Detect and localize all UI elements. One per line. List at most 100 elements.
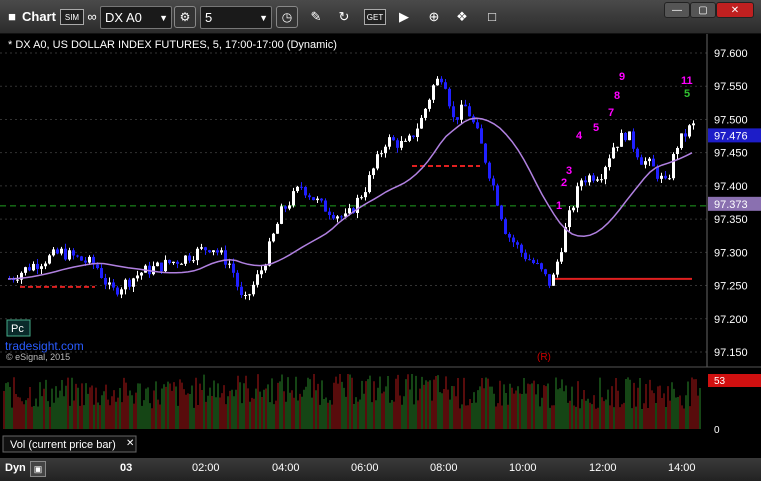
candle-body bbox=[340, 216, 343, 218]
toolbar: ■ Chart SIM ∞ DX A0 ▼ ⚙ 5 ▼ ◷ ✎ ↻ GET ▶ … bbox=[0, 0, 761, 34]
dyn-label: Dyn bbox=[5, 462, 26, 474]
candle-body bbox=[404, 140, 407, 142]
candle-body bbox=[300, 186, 303, 188]
candle-body bbox=[620, 132, 623, 147]
candle-body bbox=[132, 278, 135, 287]
symbol-field[interactable]: DX A0 ▼ bbox=[100, 6, 172, 29]
candle-body bbox=[428, 99, 431, 109]
interval-field[interactable]: 5 ▼ bbox=[200, 6, 272, 29]
chart-icon[interactable]: ■ bbox=[4, 6, 20, 27]
candle-body bbox=[52, 249, 55, 256]
candle-body bbox=[684, 133, 687, 137]
candle-body bbox=[484, 143, 487, 163]
candle-body bbox=[448, 88, 451, 107]
candle-body bbox=[596, 179, 599, 181]
watermark-url[interactable]: tradesight.com bbox=[5, 339, 84, 353]
time-label: 14:00 bbox=[668, 462, 696, 474]
candle-body bbox=[104, 277, 107, 285]
candle-body bbox=[512, 237, 515, 243]
clock-icon[interactable]: ◷ bbox=[276, 6, 298, 28]
candle-body bbox=[364, 192, 367, 198]
candle-body bbox=[184, 255, 187, 264]
candle-body bbox=[128, 279, 131, 287]
candle-body bbox=[380, 153, 383, 155]
candle-body bbox=[64, 248, 67, 260]
pencil-icon[interactable]: ✎ bbox=[306, 6, 326, 27]
candle-body bbox=[68, 250, 71, 260]
candle-body bbox=[584, 180, 587, 183]
price-chart[interactable]: * DX A0, US DOLLAR INDEX FUTURES, 5, 17:… bbox=[0, 34, 761, 458]
candle-body bbox=[360, 197, 363, 199]
refresh-icon[interactable]: ↻ bbox=[334, 6, 354, 27]
link-icon[interactable]: ∞ bbox=[86, 6, 98, 27]
candle-body bbox=[164, 259, 167, 272]
candle-body bbox=[668, 178, 671, 180]
candle-body bbox=[172, 261, 175, 264]
chart-title: * DX A0, US DOLLAR INDEX FUTURES, 5, 17:… bbox=[8, 39, 337, 51]
candle-body bbox=[412, 135, 415, 138]
close-icon[interactable]: ✕ bbox=[126, 438, 134, 449]
candle-body bbox=[688, 125, 691, 137]
status-bar: Dyn ▣ 03 02:00 04:00 06:00 08:00 10:00 12:00 14… bbox=[0, 458, 761, 481]
candle-body bbox=[160, 262, 163, 272]
sim-badge: SIM bbox=[60, 9, 84, 25]
price-label: 97.150 bbox=[714, 347, 748, 359]
chevron-down-icon[interactable]: ▼ bbox=[159, 13, 168, 23]
candle-body bbox=[612, 147, 615, 159]
copyright-text: © eSignal, 2015 bbox=[6, 352, 70, 362]
candle-body bbox=[44, 263, 47, 267]
volume-zero-label: 0 bbox=[714, 425, 720, 436]
get-icon[interactable]: GET bbox=[364, 9, 386, 25]
candle-body bbox=[476, 122, 479, 129]
candle-body bbox=[240, 286, 243, 296]
maximize-button[interactable]: ▢ bbox=[690, 2, 716, 18]
candle-body bbox=[320, 198, 323, 201]
candle-body bbox=[248, 294, 251, 296]
comment-icon[interactable]: □ bbox=[482, 6, 502, 27]
setup-count-label: 8 bbox=[614, 90, 620, 102]
price-label: 97.300 bbox=[714, 247, 748, 259]
candle-body bbox=[652, 158, 655, 167]
close-button[interactable]: ✕ bbox=[716, 2, 754, 18]
candle-body bbox=[24, 267, 27, 273]
setup-count-label: 3 bbox=[566, 165, 572, 177]
minimize-button[interactable]: — bbox=[664, 2, 690, 18]
candle-body bbox=[336, 216, 339, 219]
crosshair-icon[interactable]: ⊕ bbox=[424, 6, 444, 27]
chevron-down-icon[interactable]: ▼ bbox=[259, 13, 268, 23]
candle-body bbox=[208, 250, 211, 253]
candle-body bbox=[116, 287, 119, 295]
time-label: 08:00 bbox=[430, 462, 458, 474]
candle-body bbox=[676, 148, 679, 155]
gear-icon[interactable]: ⚙ bbox=[174, 6, 196, 28]
candle-body bbox=[680, 133, 683, 149]
candle-body bbox=[432, 85, 435, 100]
candle-body bbox=[372, 168, 375, 176]
candle-body bbox=[424, 108, 427, 118]
price-label: 97.450 bbox=[714, 148, 748, 160]
top-count-label: 11 bbox=[681, 75, 693, 87]
candle-body bbox=[76, 255, 79, 257]
candle-body bbox=[100, 268, 103, 278]
app-label: Chart bbox=[22, 9, 56, 24]
candle-body bbox=[636, 148, 639, 158]
lock-icon[interactable]: ▣ bbox=[30, 461, 46, 477]
candle-body bbox=[608, 158, 611, 168]
candle-body bbox=[592, 175, 595, 181]
candle-body bbox=[536, 263, 539, 265]
play-icon[interactable]: ▶ bbox=[394, 6, 414, 27]
time-label: 06:00 bbox=[351, 462, 379, 474]
candle-body bbox=[296, 186, 299, 192]
candle-body bbox=[152, 266, 155, 275]
candle-body bbox=[156, 262, 159, 267]
tag-icon[interactable]: ❖ bbox=[452, 6, 472, 27]
price-label: 97.600 bbox=[714, 48, 748, 60]
candle-body bbox=[384, 146, 387, 154]
candle-body bbox=[304, 186, 307, 196]
candle-body bbox=[80, 256, 83, 261]
price-label: 97.200 bbox=[714, 314, 748, 326]
candle-body bbox=[396, 140, 399, 148]
price-label: 97.350 bbox=[714, 214, 748, 226]
candle-body bbox=[188, 255, 191, 261]
candle-body bbox=[264, 265, 267, 271]
